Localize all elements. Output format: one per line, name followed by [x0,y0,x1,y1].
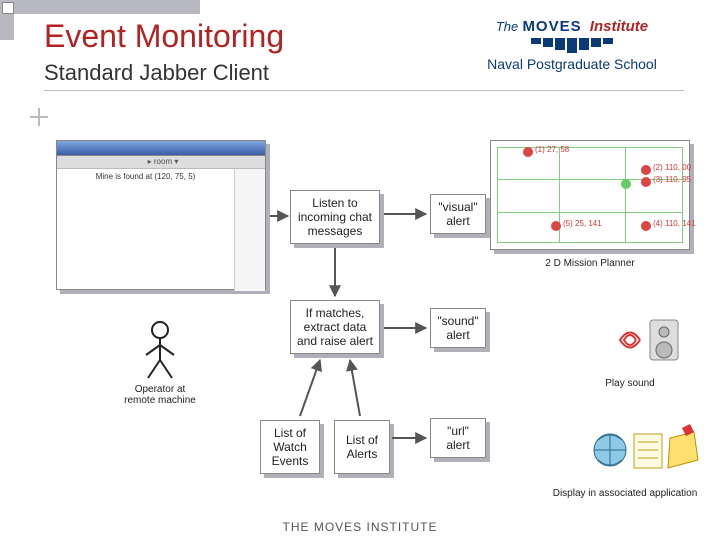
logo-moves: MOVES [522,18,581,35]
watch-events-box: List of Watch Events [260,420,320,474]
speaker-icon [600,310,690,370]
planner-caption: 2 D Mission Planner [490,258,690,269]
waypoint-label: (2) 110, 00 [653,163,691,172]
person-icon [140,320,180,380]
listen-box: Listen to incoming chat messages [290,190,380,244]
visual-alert-box: "visual" alert [430,194,486,234]
url-alert-box: "url" alert [430,418,486,458]
bullet-cross-icon [30,108,48,126]
waypoint-label: (4) 110, 141 [653,219,696,228]
waypoint-label: (1) 27, 58 [535,145,569,154]
apps-caption: Display in associated application [540,488,710,499]
corner-square-icon [2,2,14,14]
slide: Event Monitoring Standard Jabber Client … [0,0,720,540]
operator-label: Operator at remote machine [100,384,220,406]
top-bar-horizontal [0,0,200,14]
waypoint: (1) 27, 58 [523,147,533,157]
logo-school: Naval Postgraduate School [452,56,692,72]
waypoint [621,179,631,189]
match-box: If matches, extract data and raise alert [290,300,380,354]
waypoint: (4) 110, 141 [641,221,651,231]
waypoint-label: (3) 110, 95 [653,175,691,184]
jabber-titlebar [57,141,265,156]
associated-apps-icon [590,420,700,480]
slide-footer: THE MOVES INSTITUTE [0,520,720,534]
speaker-caption: Play sound [560,378,700,389]
slide-title: Event Monitoring [44,18,284,55]
waypoint: (2) 110, 00 [641,165,651,175]
planner-grid [497,147,683,243]
jabber-message-area: Mine is found at (120, 75, 5) [57,169,235,291]
logo-institute: Institute [590,18,648,35]
operator-figure: Operator at remote machine [100,320,220,406]
jabber-toolbar: ▸ room ▾ [57,156,265,169]
logo-the: The [496,19,518,34]
mission-planner: (1) 27, 58(2) 110, 00(3) 110, 95(4) 110,… [490,140,690,250]
waypoint-label: (5) 25, 141 [563,219,602,228]
jabber-client-window: ▸ room ▾ Mine is found at (120, 75, 5) [56,140,266,290]
alerts-box: List of Alerts [334,420,390,474]
logo-bars-icon [452,38,692,53]
moves-institute-logo: The MOVES Institute Naval Postgraduate S… [452,18,692,98]
waypoint: (5) 25, 141 [551,221,561,231]
jabber-sidebar [235,169,265,291]
waypoint: (3) 110, 95 [641,177,651,187]
sound-alert-box: "sound" alert [430,308,486,348]
slide-subtitle: Standard Jabber Client [44,60,269,86]
